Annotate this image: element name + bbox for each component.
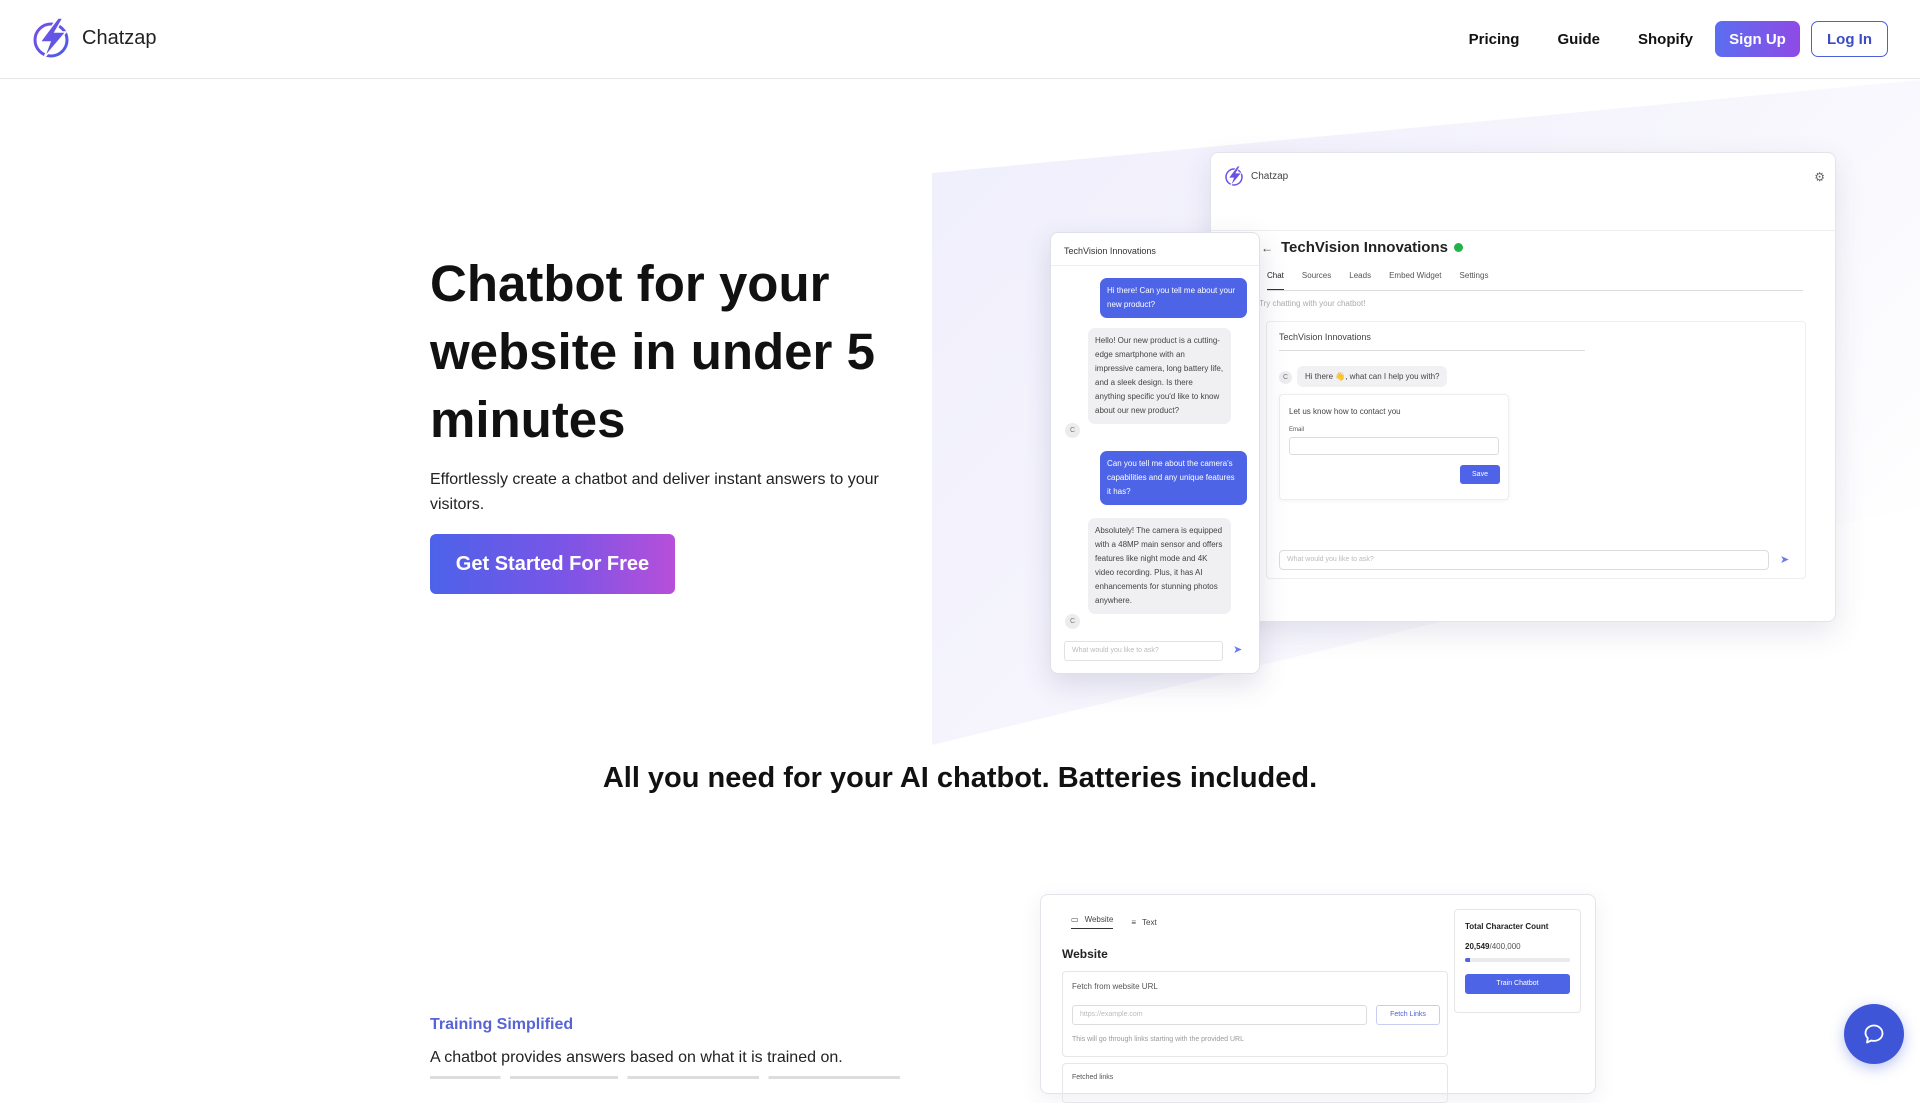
top-navbar: Chatzap Pricing Guide Shopify Sign Up Lo… — [0, 0, 1920, 79]
brand-logo-link[interactable]: Chatzap — [30, 16, 157, 60]
website-heading: Website — [1062, 947, 1108, 961]
browser-window-icon: ▭ — [1071, 915, 1079, 924]
character-count-used: 20,549 — [1465, 942, 1490, 951]
fetched-links-box: Fetched links — [1062, 1063, 1448, 1103]
divider — [1051, 265, 1259, 266]
email-field[interactable] — [1289, 437, 1499, 455]
back-arrow-icon[interactable]: ← — [1261, 241, 1273, 255]
fetch-url-box: Fetch from website URL https://example.c… — [1062, 971, 1448, 1057]
chat-widget-preview: TechVision Innovations Hi there! Can you… — [1050, 232, 1260, 674]
dashboard-chat-panel: TechVision Innovations C Hi there 👋, wha… — [1266, 321, 1806, 579]
features-heading: All you need for your AI chatbot. Batter… — [602, 762, 1318, 794]
chat-launcher-button[interactable] — [1844, 1004, 1904, 1064]
widget-title: TechVision Innovations — [1064, 246, 1156, 256]
character-progress-fill — [1465, 958, 1471, 962]
nav-link-shopify[interactable]: Shopify — [1638, 31, 1693, 48]
send-arrow-icon[interactable]: ➤ — [1780, 553, 1789, 566]
save-button[interactable]: Save — [1460, 465, 1500, 484]
tab-chat[interactable]: Chat — [1267, 271, 1284, 290]
log-in-button[interactable]: Log In — [1811, 21, 1888, 57]
source-tabs: ▭ Website ≡ Text — [1071, 915, 1157, 929]
tab-embed-widget[interactable]: Embed Widget — [1389, 271, 1441, 290]
lightning-bolt-logo-icon — [33, 17, 69, 59]
nav-link-pricing[interactable]: Pricing — [1469, 31, 1520, 48]
character-progress-bar — [1465, 958, 1570, 962]
gear-icon[interactable]: ⚙ — [1814, 170, 1825, 184]
dashboard-preview: Chatzap ⚙ ← TechVision Innovations Chat … — [1210, 152, 1836, 622]
bot-message-bubble: Hello! Our new product is a cutting-edge… — [1088, 328, 1231, 424]
bot-message-bubble: Absolutely! The camera is equipped with … — [1088, 518, 1231, 614]
url-input[interactable]: https://example.com — [1072, 1005, 1367, 1025]
avatar: C — [1065, 614, 1080, 629]
bot-name: TechVision Innovations — [1281, 239, 1448, 256]
character-count-value: 20,549/400,000 — [1465, 942, 1521, 951]
fetch-note: This will go through links starting with… — [1072, 1036, 1244, 1043]
bot-greeting-bubble: Hi there 👋, what can I help you with? — [1297, 366, 1448, 387]
hero-subtitle: Effortlessly create a chatbot and delive… — [430, 471, 879, 513]
tab-text[interactable]: ≡ Text — [1131, 915, 1156, 929]
training-description-cutoff — [430, 1074, 910, 1084]
chat-hint: Try chatting with your chatbot! — [1259, 299, 1366, 308]
chat-input[interactable]: What would you like to ask? — [1279, 550, 1769, 570]
divider — [1279, 350, 1585, 351]
dashboard-brand: Chatzap — [1223, 165, 1288, 187]
text-lines-icon: ≡ — [1131, 917, 1136, 927]
train-chatbot-button[interactable]: Train Chatbot — [1465, 974, 1570, 994]
training-description: A chatbot provides answers based on what… — [430, 1049, 843, 1066]
character-count-total: /400,000 — [1489, 942, 1521, 951]
training-preview-card: ▭ Website ≡ Text Website Fetch from webs… — [1040, 894, 1596, 1103]
brand-name: Chatzap — [82, 26, 157, 49]
nav-link-guide[interactable]: Guide — [1557, 31, 1600, 48]
tab-leads[interactable]: Leads — [1349, 271, 1371, 290]
form-title: Let us know how to contact you — [1289, 407, 1401, 416]
nav-links: Pricing Guide Shopify Sign Up Log In — [1469, 21, 1888, 57]
character-count-title: Total Character Count — [1465, 922, 1549, 931]
chat-bubble-icon — [1864, 1024, 1884, 1044]
status-dot-icon — [1453, 243, 1463, 252]
email-label: Email — [1289, 427, 1305, 433]
dashboard-brand-name: Chatzap — [1251, 170, 1289, 182]
tab-website-label: Website — [1084, 915, 1114, 924]
fetch-label: Fetch from website URL — [1072, 982, 1158, 991]
lead-capture-form: Let us know how to contact you Email Sav… — [1279, 394, 1509, 500]
avatar: C — [1279, 371, 1292, 384]
user-message-bubble: Can you tell me about the camera's capab… — [1100, 451, 1247, 505]
send-arrow-icon[interactable]: ➤ — [1233, 643, 1242, 656]
widget-chat-input[interactable]: What would you like to ask? — [1064, 641, 1223, 661]
fetch-links-button[interactable]: Fetch Links — [1376, 1005, 1440, 1025]
hero-title: Chatbot for your website in under 5 minu… — [430, 255, 875, 448]
tab-website[interactable]: ▭ Website — [1071, 915, 1114, 929]
avatar: C — [1065, 423, 1080, 438]
bot-name-heading: TechVision Innovations — [1281, 239, 1463, 256]
dashboard-header: Chatzap ⚙ — [1211, 153, 1835, 231]
get-started-button[interactable]: Get Started For Free — [430, 534, 675, 594]
training-section-label: Training Simplified — [430, 1016, 574, 1033]
character-count-panel: Total Character Count 20,549/400,000 Tra… — [1454, 909, 1581, 1013]
tab-settings[interactable]: Settings — [1460, 271, 1489, 290]
dashboard-tabs: Chat Sources Leads Embed Widget Settings — [1267, 271, 1803, 291]
tab-sources[interactable]: Sources — [1302, 271, 1331, 290]
tab-text-label: Text — [1142, 917, 1157, 927]
chat-panel-title: TechVision Innovations — [1279, 332, 1371, 342]
sign-up-button[interactable]: Sign Up — [1715, 21, 1800, 57]
user-message-bubble: Hi there! Can you tell me about your new… — [1100, 278, 1247, 318]
lightning-bolt-logo-icon — [1225, 165, 1243, 187]
